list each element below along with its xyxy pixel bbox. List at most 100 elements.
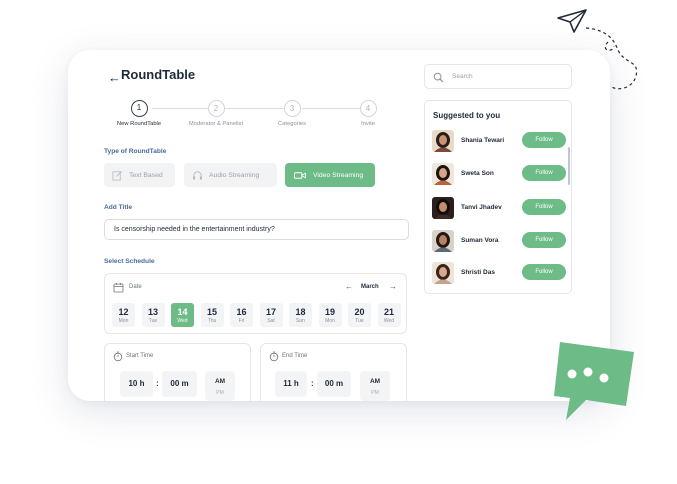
avatar	[432, 163, 454, 185]
type-section-label: Type of RoundTable	[104, 148, 167, 155]
day-number: 12	[118, 307, 129, 317]
day-cell[interactable]: 17 Sat	[259, 303, 283, 327]
search-input[interactable]: Search	[424, 64, 572, 89]
schedule-section-label: Select Schedule	[104, 258, 155, 265]
step-label: Moderator & Panelist	[188, 121, 244, 127]
day-cell[interactable]: 15 Thu	[200, 303, 224, 327]
title-section-label: Add Title	[104, 204, 133, 211]
day-number: 19	[324, 307, 335, 317]
start-minutes-field[interactable]: 00 m	[162, 371, 197, 397]
type-option-label: Text Based	[129, 171, 163, 179]
step-label: Invite	[361, 121, 375, 127]
person-name: Shristi Das	[461, 269, 495, 276]
step-number: 3	[283, 100, 301, 117]
suggestions-panel: Suggested to you Shania Tewari Follow Sw…	[424, 100, 572, 294]
end-ampm-selector[interactable]: AM PM	[360, 371, 390, 401]
roundtable-card: ← RoundTable 1 New RoundTable 2 Moderato…	[68, 50, 610, 401]
month-prev-icon[interactable]: ←	[345, 282, 353, 291]
avatar	[432, 130, 454, 152]
follow-button[interactable]: Follow	[522, 132, 566, 148]
start-hours-field[interactable]: 10 h	[120, 371, 153, 397]
day-number: 16	[236, 307, 247, 317]
suggestion-item: Tanvi Jhadev Follow	[432, 197, 566, 219]
step-new-roundtable[interactable]: 1 New RoundTable	[99, 100, 179, 127]
day-cell[interactable]: 13 Tue	[141, 303, 165, 327]
day-cell[interactable]: 20 Tue	[348, 303, 371, 327]
type-video-streaming-button[interactable]: Video Streaming	[285, 163, 375, 187]
step-moderator-panelist[interactable]: 2 Moderator & Panelist	[176, 100, 256, 127]
search-placeholder: Search	[452, 73, 473, 80]
month-next-icon[interactable]: →	[389, 282, 397, 291]
end-alt-period: PM	[371, 390, 379, 396]
time-separator: :	[156, 379, 159, 388]
type-option-label: Video Streaming	[313, 171, 364, 179]
suggestion-item: Shania Tewari Follow	[432, 130, 566, 152]
day-cell[interactable]: 12 Mon	[112, 303, 135, 327]
step-number: 4	[359, 100, 377, 117]
stepper: 1 New RoundTable 2 Moderator & Panelist …	[104, 100, 384, 132]
search-icon	[433, 72, 444, 83]
start-period: AM	[214, 378, 226, 385]
day-number: 14	[177, 307, 188, 317]
day-weekday: Sun	[296, 318, 305, 324]
end-minutes-field[interactable]: 00 m	[317, 371, 351, 397]
suggestion-item: Sweta Son Follow	[432, 163, 566, 185]
day-weekday: Wed	[383, 318, 395, 324]
start-ampm-selector[interactable]: AM PM	[205, 371, 235, 401]
person-name: Suman Vora	[461, 237, 499, 244]
day-weekday: Tue	[148, 318, 158, 324]
date-picker: Date ← March → 12 Mon 13 Tue 14 Wed 15 Thu 1…	[104, 273, 407, 334]
time-separator: :	[311, 379, 314, 388]
day-number: 21	[383, 307, 394, 317]
type-option-label: Audio Streaming	[209, 171, 260, 179]
end-time-label: End Time	[282, 353, 308, 359]
day-weekday: Fri	[238, 318, 245, 324]
day-weekday: Wed	[177, 318, 188, 324]
step-label: New RoundTable	[116, 121, 162, 127]
edit-icon	[112, 170, 122, 180]
day-weekday: Sat	[267, 318, 275, 324]
step-number: 1	[130, 100, 148, 117]
day-weekday: Thu	[207, 318, 217, 324]
person-name: Sweta Son	[461, 170, 494, 177]
scrollbar[interactable]	[568, 147, 570, 185]
day-number: 13	[147, 307, 158, 317]
step-invite[interactable]: 4 Invite	[328, 100, 408, 127]
day-cell[interactable]: 19 Mon	[318, 303, 342, 327]
suggestion-item: Shristi Das Follow	[432, 262, 566, 284]
day-number: 17	[265, 307, 276, 317]
stopwatch-icon	[113, 351, 123, 362]
title-input[interactable]: Is censorship needed in the entertainmen…	[104, 219, 409, 240]
type-text-based-button[interactable]: Text Based	[104, 163, 175, 187]
person-name: Tanvi Jhadev	[461, 204, 502, 211]
calendar-icon	[113, 283, 124, 293]
day-number: 15	[206, 307, 217, 317]
step-number: 2	[207, 100, 225, 117]
step-categories[interactable]: 3 Categories	[252, 100, 332, 127]
date-label: Date	[129, 284, 142, 290]
back-arrow-icon[interactable]: ←	[108, 70, 121, 85]
follow-button[interactable]: Follow	[522, 199, 566, 215]
day-cell-selected[interactable]: 14 Wed	[171, 303, 194, 327]
day-weekday: Mon	[325, 318, 335, 324]
page-title: RoundTable	[121, 67, 196, 82]
month-label: March	[361, 284, 379, 290]
step-label: Categories	[277, 121, 307, 127]
headphones-icon	[193, 170, 202, 180]
day-cell[interactable]: 16 Fri	[230, 303, 253, 327]
chat-bubble-icon	[554, 342, 634, 420]
day-number: 20	[354, 307, 365, 317]
follow-button[interactable]: Follow	[522, 165, 566, 181]
day-cell[interactable]: 21 Wed	[377, 303, 401, 327]
end-period: AM	[369, 378, 381, 385]
avatar	[432, 262, 454, 284]
start-alt-period: PM	[216, 390, 224, 396]
suggestion-item: Suman Vora Follow	[432, 230, 566, 252]
end-hours-field[interactable]: 11 h	[275, 371, 307, 397]
title-input-value: Is censorship needed in the entertainmen…	[114, 226, 275, 233]
day-cell[interactable]: 18 Sun	[289, 303, 312, 327]
type-audio-streaming-button[interactable]: Audio Streaming	[184, 163, 277, 187]
follow-button[interactable]: Follow	[522, 232, 566, 248]
follow-button[interactable]: Follow	[522, 264, 566, 280]
avatar	[432, 230, 454, 252]
